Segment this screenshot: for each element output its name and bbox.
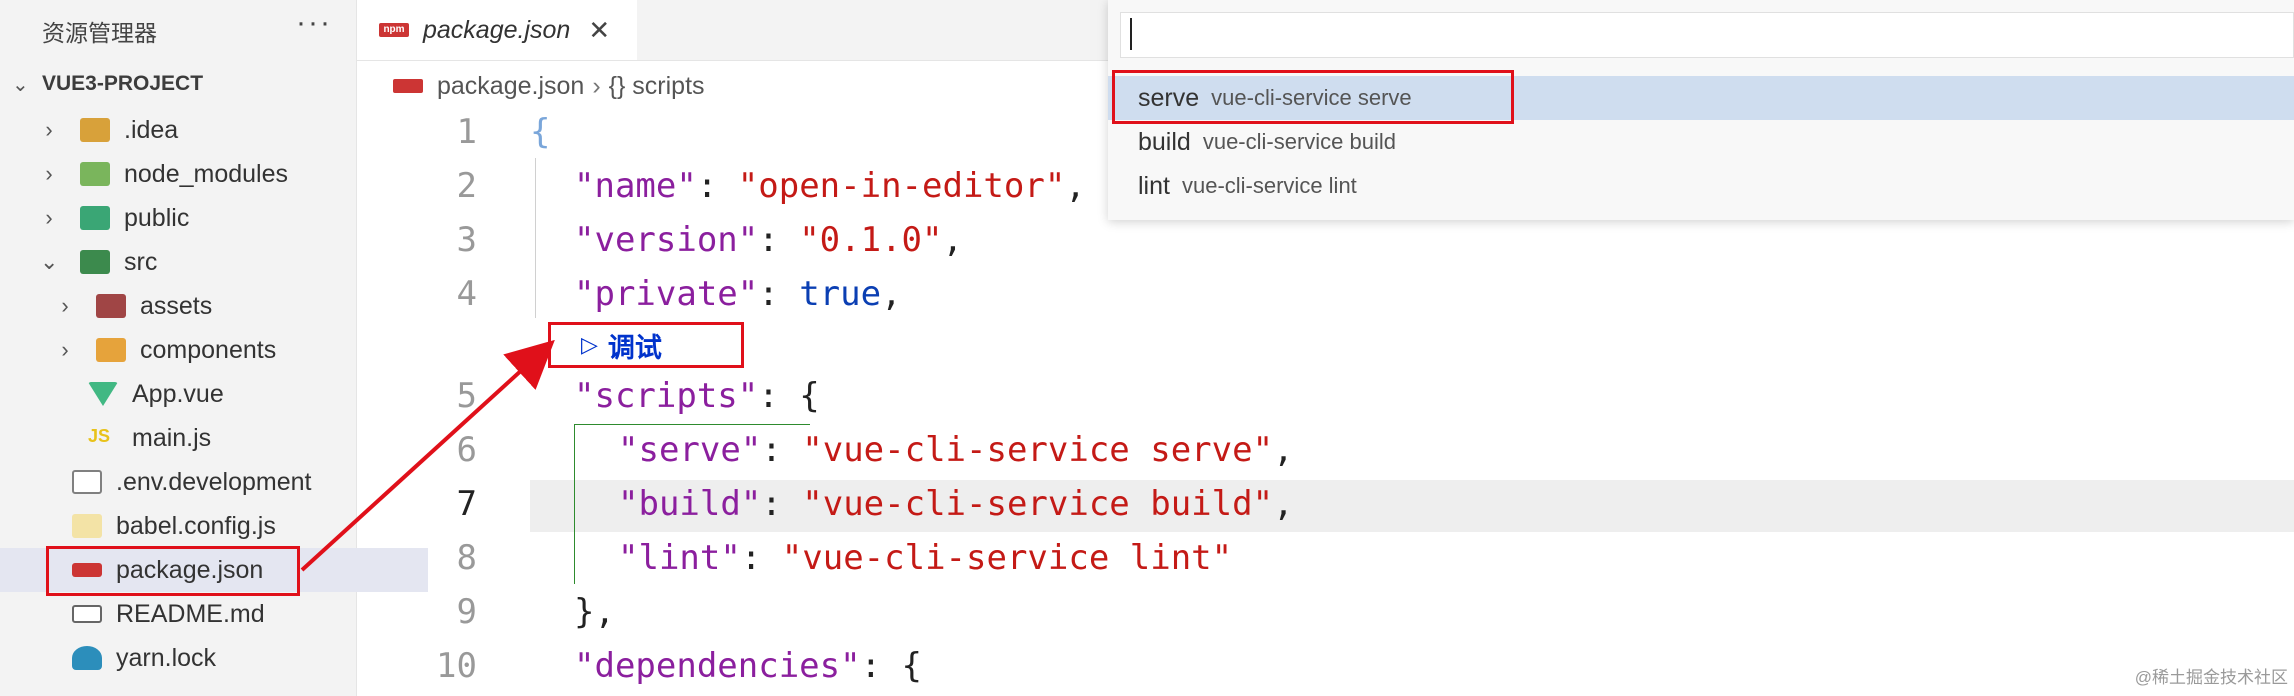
text-caret xyxy=(1130,18,1132,50)
script-name: lint xyxy=(1138,171,1170,200)
annotation-box-serve xyxy=(1112,70,1514,124)
quick-pick-item-lint[interactable]: lint vue-cli-service lint xyxy=(1108,164,2294,208)
watermark: @稀土掘金技术社区 xyxy=(2134,668,2288,687)
script-command: vue-cli-service lint xyxy=(1181,173,1357,198)
script-name: build xyxy=(1138,127,1191,156)
script-command: vue-cli-service build xyxy=(1202,129,1397,154)
quick-pick-item-build[interactable]: build vue-cli-service build xyxy=(1108,120,2294,164)
quick-pick-input[interactable] xyxy=(1120,12,2294,58)
